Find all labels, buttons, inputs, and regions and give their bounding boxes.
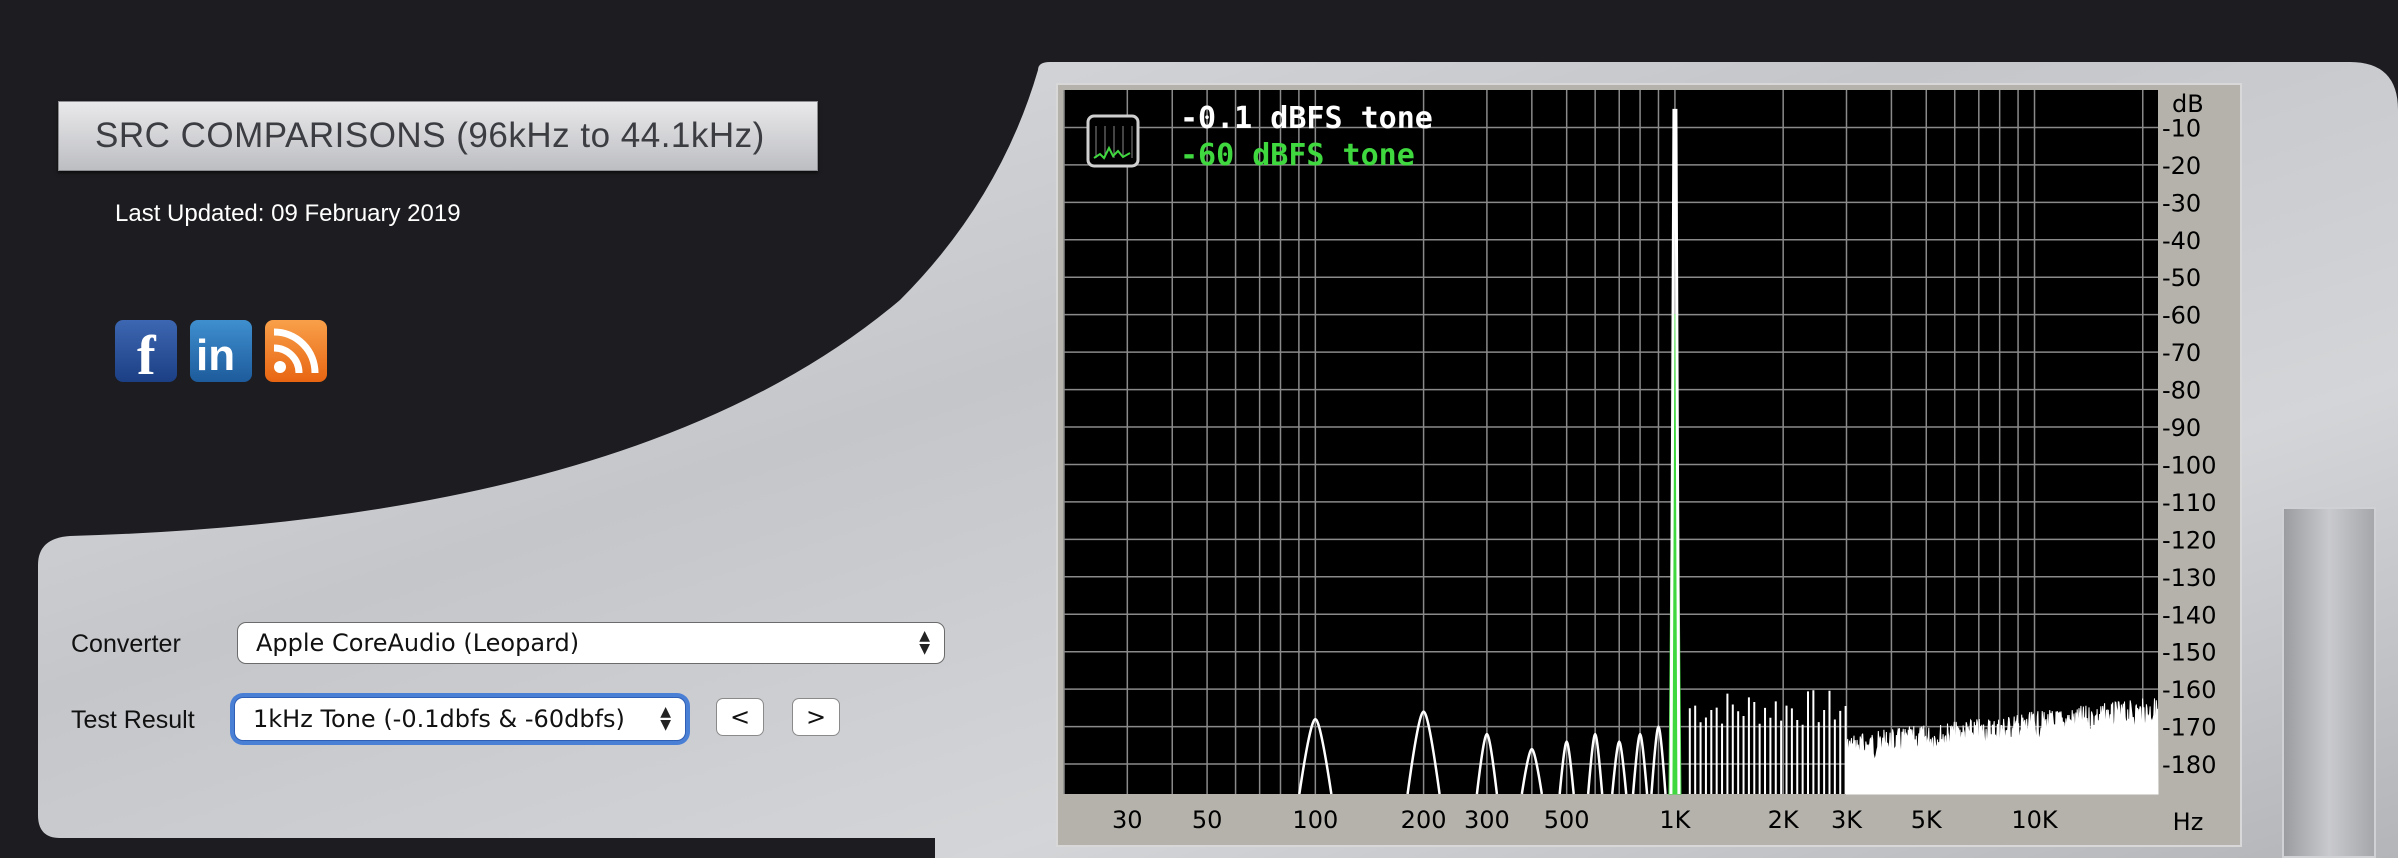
test-result-select[interactable]: 1kHz Tone (-0.1dbfs & -60dbfs) ▲ ▼	[234, 697, 686, 741]
y-unit-label: dB	[2172, 90, 2204, 118]
x-tick-label: 50	[1192, 806, 1223, 834]
svg-text:in: in	[196, 331, 235, 380]
select-arrows-icon: ▲ ▼	[919, 628, 930, 657]
y-tick-label: -60	[2162, 302, 2201, 330]
y-tick-label: -120	[2162, 526, 2216, 554]
x-tick-label: 30	[1112, 806, 1143, 834]
page-title: SRC COMPARISONS (96kHz to 44.1kHz)	[58, 101, 818, 171]
y-tick-label: -100	[2162, 451, 2216, 479]
select-arrows-icon: ▲ ▼	[660, 704, 671, 733]
previous-button[interactable]: <	[716, 698, 764, 736]
y-tick-label: -40	[2162, 227, 2201, 255]
y-tick-label: -150	[2162, 639, 2216, 667]
y-tick-label: -140	[2162, 601, 2216, 629]
last-updated-text: Last Updated: 09 February 2019	[115, 200, 461, 227]
x-tick-label: 200	[1401, 806, 1447, 834]
legend-entry: -0.1 dBFS tone	[1180, 101, 1433, 136]
y-tick-label: -110	[2162, 489, 2216, 517]
x-tick-label: 10K	[2011, 806, 2059, 834]
y-tick-label: -80	[2162, 377, 2201, 405]
y-tick-label: -50	[2162, 264, 2201, 292]
x-tick-label: 500	[1544, 806, 1590, 834]
converter-select-value: Apple CoreAudio (Leopard)	[256, 629, 580, 657]
side-scroll-panel	[2282, 507, 2376, 858]
y-tick-label: -160	[2162, 676, 2216, 704]
converter-label: Converter	[71, 630, 181, 658]
y-tick-label: -90	[2162, 414, 2201, 442]
y-tick-label: -10	[2162, 114, 2201, 142]
x-unit-label: Hz	[2173, 808, 2204, 836]
y-tick-label: -70	[2162, 339, 2201, 367]
y-tick-label: -30	[2162, 189, 2201, 217]
x-tick-label: 3K	[1831, 806, 1863, 834]
test-result-select-value: 1kHz Tone (-0.1dbfs & -60dbfs)	[253, 705, 625, 733]
facebook-icon[interactable]: f	[115, 320, 177, 382]
spectrum-chart: -10 -20 -30 -40 -50 -60 -70 -80 -90 -100 -110 -120 -…	[1062, 88, 2236, 840]
y-tick-label: -170	[2162, 714, 2216, 742]
svg-text:f: f	[137, 325, 157, 382]
rss-icon[interactable]	[265, 320, 327, 382]
test-result-label: Test Result	[71, 706, 195, 734]
y-tick-label: -20	[2162, 152, 2201, 180]
x-axis-strip	[1062, 794, 2236, 840]
linkedin-icon[interactable]: in	[190, 320, 252, 382]
x-tick-label: 100	[1292, 806, 1338, 834]
y-tick-label: -180	[2162, 751, 2216, 779]
x-tick-label: 5K	[1911, 806, 1943, 834]
x-tick-label: 300	[1464, 806, 1510, 834]
converter-select[interactable]: Apple CoreAudio (Leopard) ▲ ▼	[237, 622, 945, 664]
y-tick-label: -130	[2162, 564, 2216, 592]
legend-entry: -60 dBFS tone	[1180, 138, 1415, 173]
next-button[interactable]: >	[792, 698, 840, 736]
x-tick-label: 1K	[1659, 806, 1691, 834]
x-tick-label: 2K	[1768, 806, 1800, 834]
